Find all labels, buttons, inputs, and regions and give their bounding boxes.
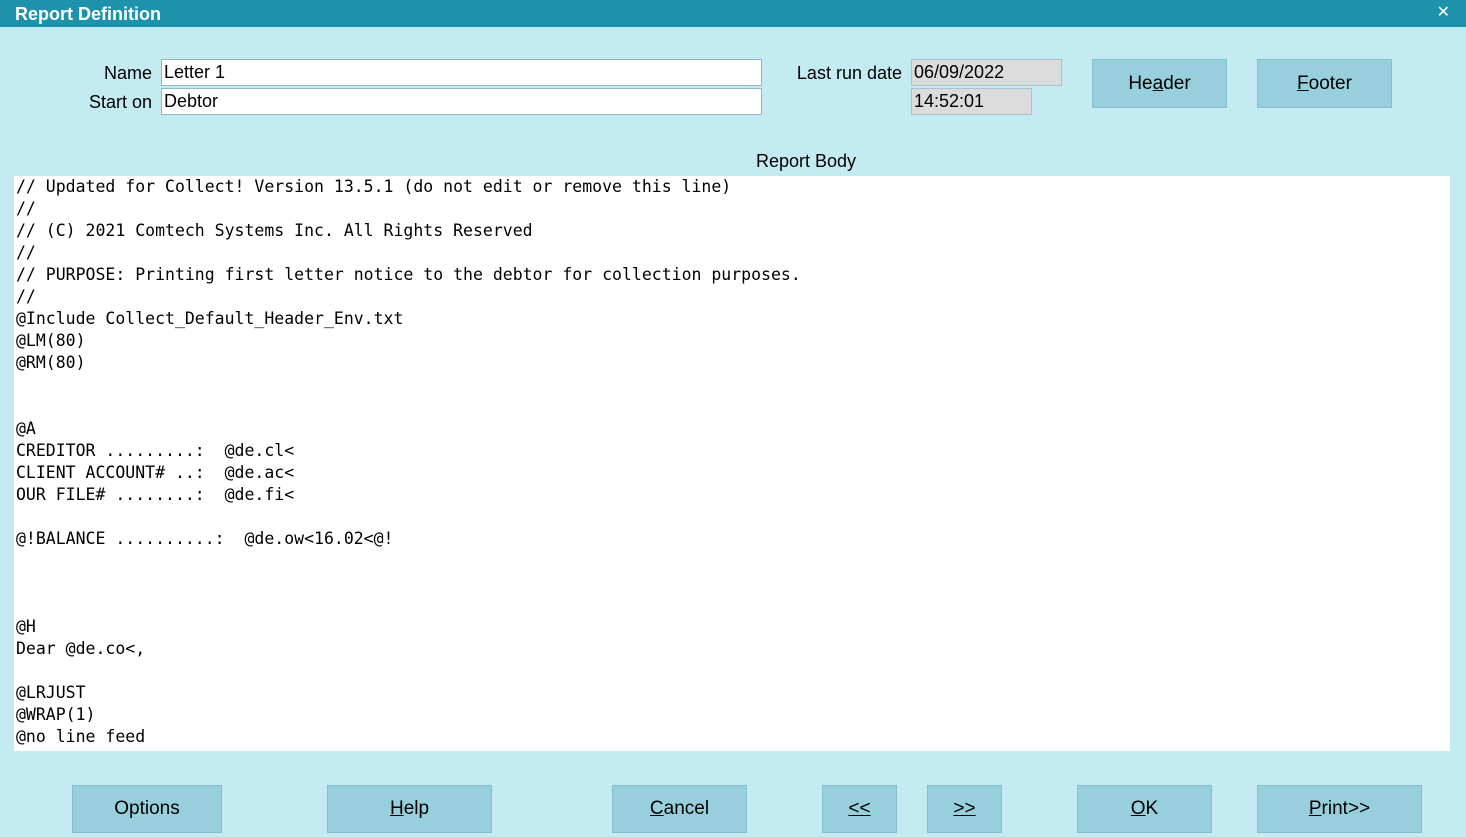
last-run-date-label: Last run date bbox=[796, 63, 902, 83]
close-icon[interactable]: ✕ bbox=[1437, 4, 1450, 22]
header-button-accel: a bbox=[1152, 72, 1164, 94]
name-label: Name bbox=[103, 63, 152, 83]
last-run-date-field: 06/09/2022 bbox=[911, 59, 1062, 86]
print-button-label-post: rint>> bbox=[1321, 798, 1371, 819]
next-button-accel: >> bbox=[953, 798, 976, 819]
cancel-button[interactable]: Cancel bbox=[612, 785, 747, 833]
header-button-label-pre: He bbox=[1128, 72, 1153, 94]
header-button[interactable]: He a der bbox=[1092, 59, 1227, 108]
print-button-accel: P bbox=[1308, 798, 1322, 819]
help-button-accel: H bbox=[389, 798, 404, 819]
ok-button[interactable]: OK bbox=[1077, 785, 1212, 833]
last-run-time-field: 14:52:01 bbox=[911, 88, 1032, 115]
print-button[interactable]: Print>> bbox=[1257, 785, 1422, 833]
title-bar: Report Definition ✕ bbox=[0, 0, 1466, 27]
header-button-label-post: der bbox=[1163, 72, 1191, 94]
report-body-editor[interactable]: // Updated for Collect! Version 13.5.1 (… bbox=[14, 176, 1450, 751]
help-button-label-post: elp bbox=[403, 798, 430, 819]
cancel-button-label-post: ancel bbox=[663, 798, 710, 819]
footer-button[interactable]: Footer bbox=[1257, 59, 1392, 108]
report-body-label: Report Body bbox=[755, 151, 857, 171]
ok-button-accel: O bbox=[1130, 798, 1146, 819]
options-button[interactable]: Options bbox=[72, 785, 222, 833]
report-body-text[interactable]: // Updated for Collect! Version 13.5.1 (… bbox=[16, 176, 1448, 748]
previous-button[interactable]: << bbox=[822, 785, 897, 833]
footer-button-label-post: ooter bbox=[1308, 72, 1352, 94]
start-on-label: Start on bbox=[88, 92, 152, 112]
cancel-button-accel: C bbox=[649, 798, 664, 819]
start-on-field[interactable]: Debtor bbox=[161, 88, 762, 115]
window-title: Report Definition bbox=[15, 4, 161, 24]
previous-button-accel: << bbox=[848, 798, 871, 819]
footer-button-accel: F bbox=[1297, 72, 1309, 94]
next-button[interactable]: >> bbox=[927, 785, 1002, 833]
options-button-label-post: Options bbox=[114, 798, 180, 819]
ok-button-label-post: K bbox=[1145, 798, 1159, 819]
help-button[interactable]: Help bbox=[327, 785, 492, 833]
name-field[interactable]: Letter 1 bbox=[161, 59, 762, 86]
